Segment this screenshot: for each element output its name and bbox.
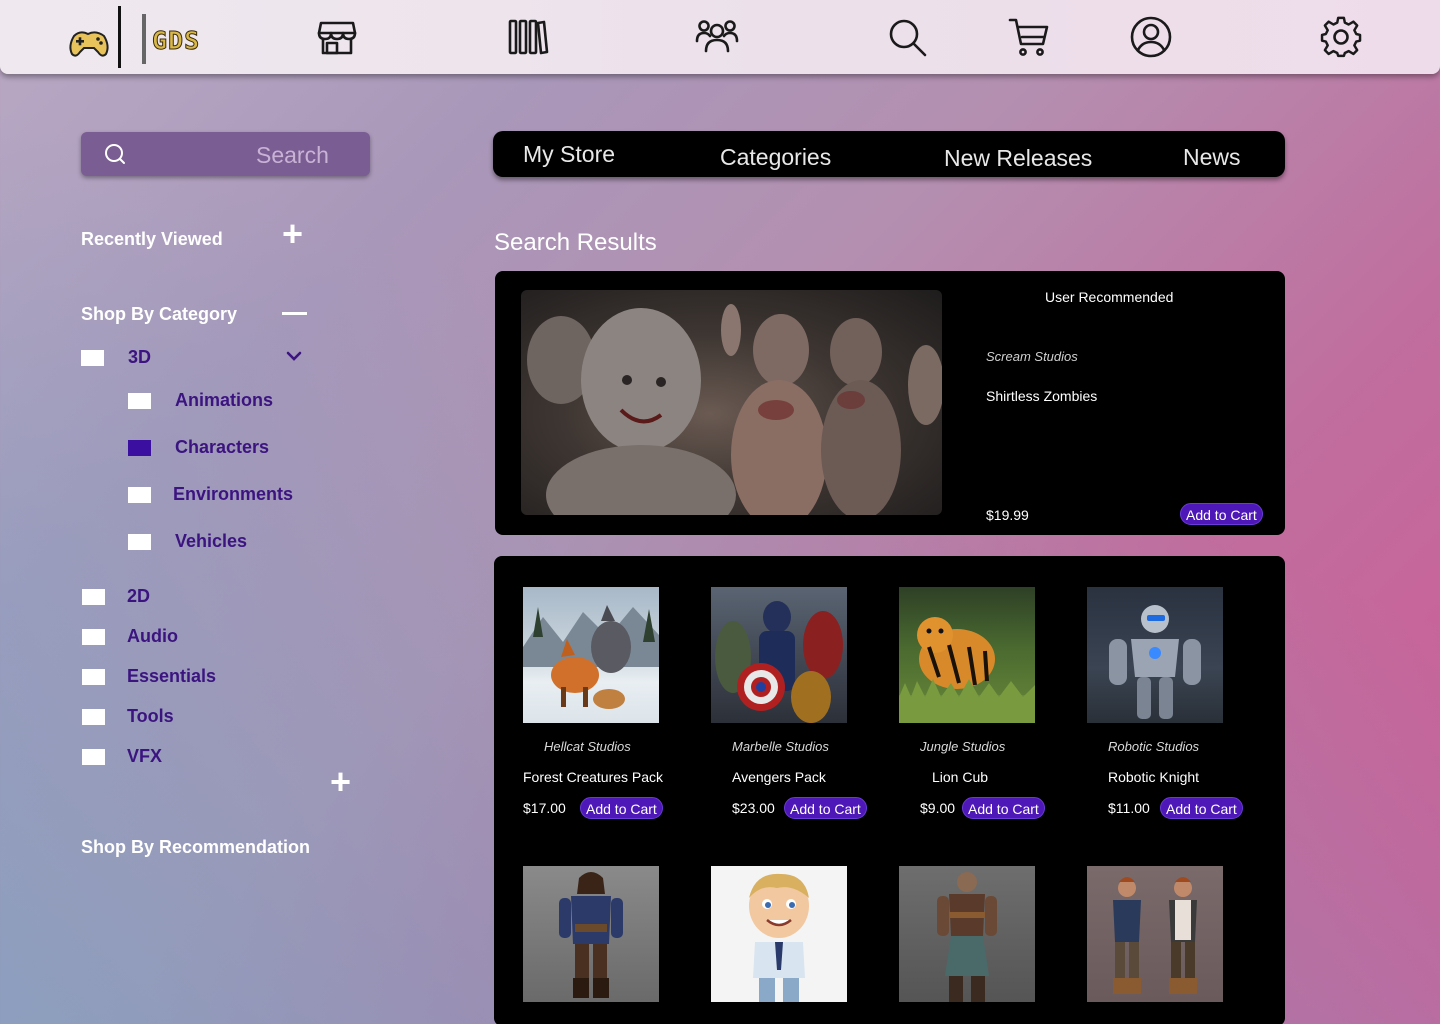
checkbox[interactable] <box>82 748 105 765</box>
category-vehicles[interactable]: Vehicles <box>128 531 247 552</box>
category-audio[interactable]: Audio <box>82 626 178 647</box>
search-icon <box>105 144 125 164</box>
checkbox[interactable] <box>128 533 151 550</box>
add-to-cart-button[interactable]: Add to Cart <box>962 797 1045 819</box>
add-to-cart-button[interactable]: Add to Cart <box>1160 797 1243 819</box>
library-icon[interactable] <box>504 14 550 60</box>
category-environments[interactable]: Environments <box>128 484 293 505</box>
settings-gear-icon[interactable] <box>1318 14 1364 60</box>
collapse-minus-icon[interactable] <box>282 312 307 315</box>
product-thumbnail[interactable] <box>711 866 847 1002</box>
add-category-plus-icon[interactable]: + <box>330 764 351 800</box>
category-label: VFX <box>127 746 163 766</box>
product-thumbnail[interactable] <box>1087 866 1223 1002</box>
product-thumbnail[interactable] <box>711 587 847 723</box>
add-to-cart-button[interactable]: Add to Cart <box>580 797 663 819</box>
category-label: Animations <box>175 390 274 410</box>
checkbox[interactable] <box>82 628 105 645</box>
product-price: $9.00 <box>920 800 956 816</box>
checkbox[interactable] <box>128 392 151 409</box>
product-price: $23.00 <box>732 800 775 816</box>
store-tabs: My Store Categories New Releases News <box>493 131 1285 177</box>
checkbox[interactable] <box>81 349 104 366</box>
tab-categories[interactable]: Categories <box>720 144 831 171</box>
product-grid: Hellcat Studios Marbelle Studios Jungle … <box>494 556 1285 1024</box>
logo-text: GDS <box>151 26 201 56</box>
product-studio[interactable]: Jungle Studios <box>920 739 1005 754</box>
category-label: Characters <box>175 437 270 457</box>
category-label: Tools <box>127 706 174 726</box>
category-label: 2D <box>127 586 151 606</box>
recently-viewed-heading[interactable]: Recently Viewed <box>81 229 223 250</box>
category-label: Environments <box>173 484 294 504</box>
category-essentials[interactable]: Essentials <box>82 666 216 687</box>
tab-news[interactable]: News <box>1183 144 1241 171</box>
category-animations[interactable]: Animations <box>128 390 273 411</box>
product-name[interactable]: Robotic Knight <box>1108 769 1199 785</box>
product-studio[interactable]: Marbelle Studios <box>732 739 829 754</box>
featured-studio[interactable]: Scream Studios <box>986 349 1078 364</box>
checkbox-checked[interactable] <box>128 439 151 456</box>
featured-product-name[interactable]: Shirtless Zombies <box>986 388 1097 404</box>
category-vfx[interactable]: VFX <box>82 746 162 767</box>
friends-icon[interactable] <box>694 14 740 60</box>
search-results-title: Search Results <box>494 229 657 256</box>
category-tools[interactable]: Tools <box>82 706 174 727</box>
search-placeholder: Search <box>256 142 329 168</box>
shop-by-recommendation-heading[interactable]: Shop By Recommendation <box>81 837 310 858</box>
product-price: $17.00 <box>523 800 566 816</box>
store-icon[interactable] <box>314 14 360 60</box>
search-icon[interactable] <box>884 14 930 60</box>
product-thumbnail[interactable] <box>523 866 659 1002</box>
cart-icon[interactable] <box>1006 14 1052 60</box>
product-price: $11.00 <box>1108 800 1150 816</box>
gds-logo[interactable]: GDS <box>66 6 216 70</box>
product-studio[interactable]: Robotic Studios <box>1108 739 1199 754</box>
product-thumbnail[interactable] <box>899 866 1035 1002</box>
sword-icon <box>142 14 146 64</box>
category-label: Audio <box>127 626 178 646</box>
product-thumbnail[interactable] <box>899 587 1035 723</box>
search-bar[interactable]: Search <box>81 132 370 176</box>
product-studio[interactable]: Hellcat Studios <box>544 739 631 754</box>
checkbox[interactable] <box>82 668 105 685</box>
category-characters[interactable]: Characters <box>128 437 269 458</box>
checkbox[interactable] <box>82 588 105 605</box>
featured-add-to-cart-button[interactable]: Add to Cart <box>1180 503 1263 525</box>
featured-product-image[interactable] <box>521 290 942 515</box>
featured-price: $19.99 <box>986 507 1029 523</box>
category-label: Vehicles <box>175 531 248 551</box>
gamepad-icon <box>69 31 109 57</box>
product-thumbnail[interactable] <box>1087 587 1223 723</box>
category-label: 3D <box>128 347 152 367</box>
product-thumbnail[interactable] <box>523 587 659 723</box>
checkbox[interactable] <box>128 486 151 503</box>
top-navigation-bar: GDS <box>0 0 1440 74</box>
category-2d[interactable]: 2D <box>82 586 150 607</box>
tab-new-releases[interactable]: New Releases <box>944 145 1092 172</box>
product-name[interactable]: Lion Cub <box>932 769 988 785</box>
tab-my-store[interactable]: My Store <box>523 141 615 168</box>
account-icon[interactable] <box>1128 14 1174 60</box>
user-recommended-badge: User Recommended <box>1045 289 1174 305</box>
product-name[interactable]: Forest Creatures Pack <box>523 769 663 785</box>
chevron-down-icon[interactable] <box>286 350 302 362</box>
category-3d[interactable]: 3D <box>81 347 151 368</box>
category-label: Essentials <box>127 666 217 686</box>
featured-product-card[interactable]: User Recommended Scream Studios Shirtles… <box>495 271 1285 535</box>
product-name[interactable]: Avengers Pack <box>732 769 826 785</box>
checkbox[interactable] <box>82 708 105 725</box>
logo-divider <box>118 6 121 68</box>
shop-by-category-heading[interactable]: Shop By Category <box>81 304 237 325</box>
expand-plus-icon[interactable]: + <box>282 216 303 252</box>
add-to-cart-button[interactable]: Add to Cart <box>784 797 867 819</box>
